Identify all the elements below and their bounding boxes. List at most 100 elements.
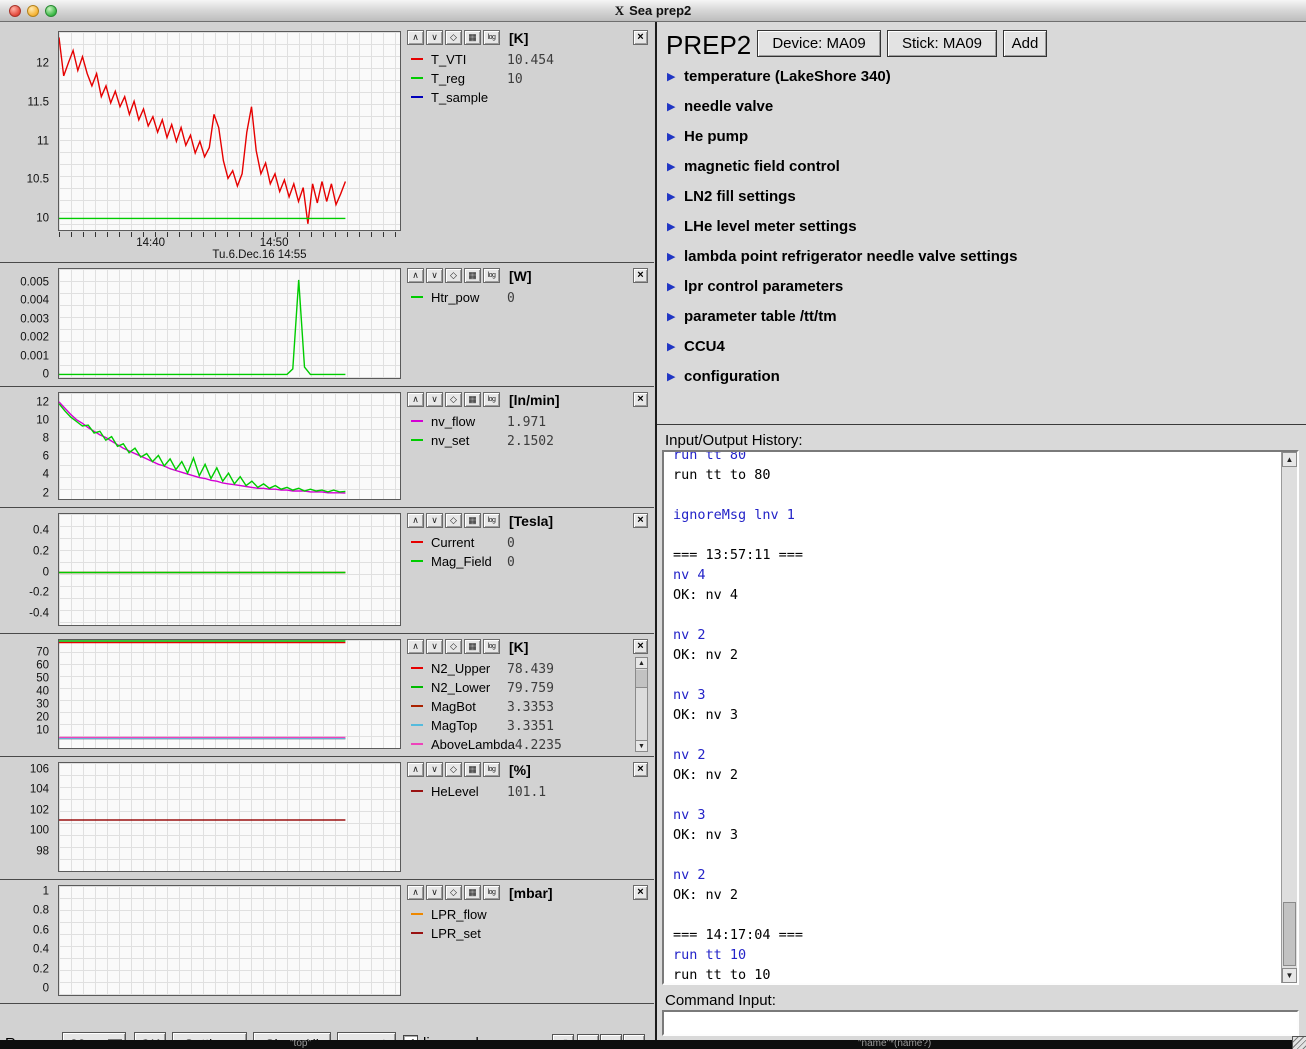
history-scrollbar[interactable]: ▲ ▼ <box>1281 452 1297 983</box>
up-icon[interactable]: ∧ <box>407 885 424 900</box>
expander-icon[interactable]: ▶ <box>667 130 675 143</box>
chart-unit-label: [%] <box>509 762 531 778</box>
legend-series-row: Htr_pow0 <box>407 288 648 307</box>
section-configuration[interactable]: ▶configuration <box>657 362 1306 392</box>
chart-plot-area[interactable] <box>58 31 401 231</box>
y-tick-label: 0 <box>43 369 49 381</box>
grid-icon[interactable]: ▦ <box>464 268 481 283</box>
grid-icon[interactable]: ▦ <box>464 30 481 45</box>
down-icon[interactable]: ∨ <box>426 639 443 654</box>
chart-unit-label: [mbar] <box>509 885 553 901</box>
close-icon[interactable]: × <box>633 513 648 528</box>
down-icon[interactable]: ∨ <box>426 762 443 777</box>
expander-icon[interactable]: ▶ <box>667 160 675 173</box>
up-icon[interactable]: ∧ <box>407 639 424 654</box>
close-icon[interactable]: × <box>633 268 648 283</box>
scroll-down-icon[interactable]: ▼ <box>636 740 647 751</box>
section-ccu4[interactable]: ▶CCU4 <box>657 332 1306 362</box>
down-icon[interactable]: ∨ <box>426 392 443 407</box>
close-icon[interactable]: × <box>633 30 648 45</box>
grid-icon[interactable]: ▦ <box>464 513 481 528</box>
section-parameter-table[interactable]: ▶parameter table /tt/tm <box>657 302 1306 332</box>
chart-plot-area[interactable] <box>58 885 401 996</box>
io-history[interactable]: run tt 80run tt to 80 ignoreMsg lnv 1 ==… <box>662 450 1299 985</box>
up-icon[interactable]: ∧ <box>407 762 424 777</box>
expander-icon[interactable]: ▶ <box>667 370 675 383</box>
autoscale-icon[interactable]: ◇ <box>445 513 462 528</box>
scroll-up-icon[interactable]: ▲ <box>1282 452 1297 467</box>
history-line <box>673 485 1280 505</box>
down-icon[interactable]: ∨ <box>426 885 443 900</box>
down-icon[interactable]: ∨ <box>426 268 443 283</box>
autoscale-icon[interactable]: ◇ <box>445 268 462 283</box>
expander-icon[interactable]: ▶ <box>667 220 675 233</box>
expander-icon[interactable]: ▶ <box>667 100 675 113</box>
up-icon[interactable]: ∧ <box>407 392 424 407</box>
legend-series-row: N2_Upper78.439 <box>407 659 634 678</box>
chart-plot-area[interactable] <box>58 268 401 379</box>
legend-series-row: T_VTI10.454 <box>407 50 648 69</box>
log-icon[interactable]: log <box>483 392 500 407</box>
expander-icon[interactable]: ▶ <box>667 280 675 293</box>
expander-icon[interactable]: ▶ <box>667 190 675 203</box>
log-icon[interactable]: log <box>483 268 500 283</box>
up-icon[interactable]: ∧ <box>407 513 424 528</box>
log-icon[interactable]: log <box>483 639 500 654</box>
down-icon[interactable]: ∨ <box>426 30 443 45</box>
legend-scrollbar[interactable]: ▲ ▼ <box>635 657 648 752</box>
grid-icon[interactable]: ▦ <box>464 885 481 900</box>
grid-icon[interactable]: ▦ <box>464 762 481 777</box>
autoscale-icon[interactable]: ◇ <box>445 30 462 45</box>
y-tick-label: 0 <box>43 566 49 578</box>
window-titlebar[interactable]: XSea prep2 <box>0 0 1306 22</box>
chart-plot-area[interactable] <box>58 392 401 500</box>
section-ln2-fill[interactable]: ▶LN2 fill settings <box>657 182 1306 212</box>
expander-icon[interactable]: ▶ <box>667 310 675 323</box>
section-lambda-point[interactable]: ▶lambda point refrigerator needle valve … <box>657 242 1306 272</box>
y-tick-label: -0.2 <box>29 587 49 599</box>
chart-unit-label: [K] <box>509 30 528 46</box>
section-temperature[interactable]: ▶temperature (LakeShore 340) <box>657 62 1306 92</box>
close-icon[interactable]: × <box>633 885 648 900</box>
expander-icon[interactable]: ▶ <box>667 340 675 353</box>
scroll-down-icon[interactable]: ▼ <box>1282 968 1297 983</box>
section-lpr-control[interactable]: ▶lpr control parameters <box>657 272 1306 302</box>
autoscale-icon[interactable]: ◇ <box>445 885 462 900</box>
chart-plot-area[interactable] <box>58 639 401 749</box>
log-icon[interactable]: log <box>483 885 500 900</box>
history-line: nv 4 <box>673 565 1280 585</box>
scroll-thumb[interactable] <box>1283 902 1296 966</box>
close-icon[interactable]: × <box>633 639 648 654</box>
series-name: Htr_pow <box>431 288 507 307</box>
chart-unit-label: [ln/min] <box>509 392 560 408</box>
resize-grip-icon[interactable] <box>1292 1036 1306 1049</box>
add-button[interactable]: Add <box>1003 30 1047 57</box>
scroll-thumb[interactable] <box>636 670 647 688</box>
log-icon[interactable]: log <box>483 762 500 777</box>
stick-button[interactable]: Stick: MA09 <box>887 30 997 57</box>
section-he-pump[interactable]: ▶He pump <box>657 122 1306 152</box>
series-value: 10.454 <box>507 53 554 68</box>
grid-icon[interactable]: ▦ <box>464 639 481 654</box>
grid-icon[interactable]: ▦ <box>464 392 481 407</box>
close-icon[interactable]: × <box>633 392 648 407</box>
up-icon[interactable]: ∧ <box>407 30 424 45</box>
close-icon[interactable]: × <box>633 762 648 777</box>
expander-icon[interactable]: ▶ <box>667 250 675 263</box>
up-icon[interactable]: ∧ <box>407 268 424 283</box>
section-magnetic-field[interactable]: ▶magnetic field control <box>657 152 1306 182</box>
scroll-up-icon[interactable]: ▲ <box>636 658 647 669</box>
section-lhe-level-meter[interactable]: ▶LHe level meter settings <box>657 212 1306 242</box>
section-needle-valve[interactable]: ▶needle valve <box>657 92 1306 122</box>
expander-icon[interactable]: ▶ <box>667 70 675 83</box>
log-icon[interactable]: log <box>483 30 500 45</box>
down-icon[interactable]: ∨ <box>426 513 443 528</box>
command-input[interactable] <box>662 1010 1299 1036</box>
chart-plot-area[interactable] <box>58 762 401 872</box>
log-icon[interactable]: log <box>483 513 500 528</box>
autoscale-icon[interactable]: ◇ <box>445 762 462 777</box>
device-button[interactable]: Device: MA09 <box>757 30 881 57</box>
autoscale-icon[interactable]: ◇ <box>445 639 462 654</box>
chart-plot-area[interactable] <box>58 513 401 626</box>
autoscale-icon[interactable]: ◇ <box>445 392 462 407</box>
